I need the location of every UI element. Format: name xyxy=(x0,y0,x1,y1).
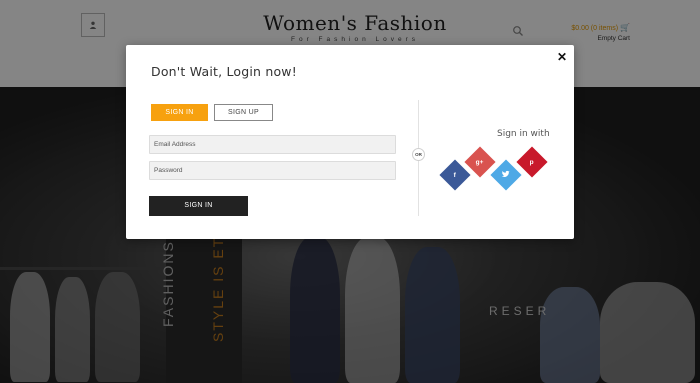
tab-sign-in[interactable]: SIGN IN xyxy=(151,104,208,121)
sign-in-button[interactable]: SIGN IN xyxy=(149,196,248,216)
pinterest-button[interactable]: p xyxy=(516,146,548,178)
twitter-icon xyxy=(502,170,510,180)
close-icon: ✕ xyxy=(556,50,568,64)
login-modal: ✕ Don't Wait, Login now! SIGN IN SIGN UP… xyxy=(126,45,574,239)
close-button[interactable]: ✕ xyxy=(556,51,568,63)
google-plus-icon: g+ xyxy=(476,158,484,166)
pinterest-icon: p xyxy=(530,158,534,166)
twitter-button[interactable] xyxy=(490,159,522,191)
email-field[interactable] xyxy=(149,135,396,154)
or-badge: OR xyxy=(412,148,425,161)
tab-sign-up[interactable]: SIGN UP xyxy=(214,104,273,121)
password-field[interactable] xyxy=(149,161,396,180)
modal-title: Don't Wait, Login now! xyxy=(151,64,297,79)
social-heading: Sign in with xyxy=(497,129,550,139)
facebook-icon: f xyxy=(453,171,457,179)
